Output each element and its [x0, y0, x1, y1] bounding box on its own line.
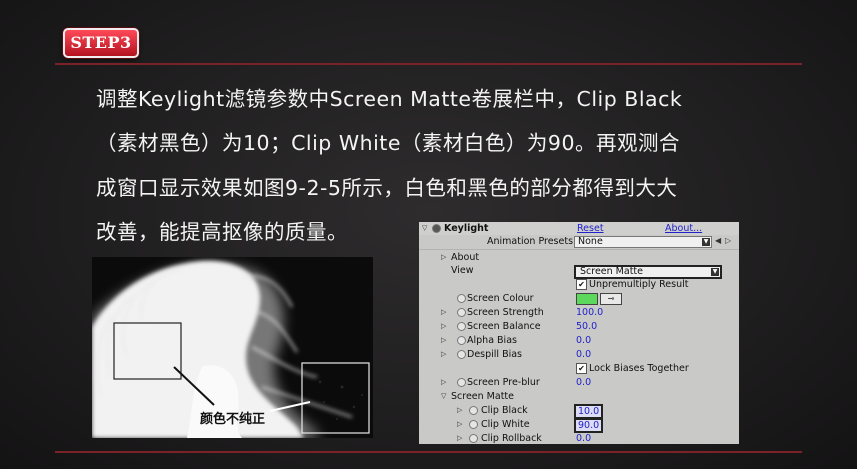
alpha-bias-label: Alpha Bias	[467, 335, 517, 346]
expand-triangle-icon[interactable]: ▷	[457, 434, 462, 442]
clip-white-label: Clip White	[481, 419, 530, 430]
row-screen-colour: Screen Colour ⊸	[419, 292, 739, 306]
preset-next-icon[interactable]: ▷	[725, 236, 731, 245]
row-despill-bias: ▷ Despill Bias 0.0	[419, 348, 739, 362]
screen-preblur-value[interactable]: 0.0	[576, 377, 591, 388]
clip-black-label: Clip Black	[481, 405, 528, 416]
row-clip-white: ▷ Clip White 90.0	[419, 418, 739, 433]
chevron-down-icon: ▼	[711, 268, 719, 276]
collapse-triangle-icon[interactable]: ▽	[422, 224, 427, 232]
stopwatch-icon[interactable]	[457, 350, 466, 359]
screen-strength-label: Screen Strength	[467, 307, 544, 318]
row-screen-preblur: ▷ Screen Pre-blur 0.0	[419, 376, 739, 390]
lock-biases-label: Lock Biases Together	[589, 363, 689, 374]
expand-triangle-icon[interactable]: ▷	[441, 308, 446, 316]
screen-colour-swatch[interactable]	[576, 293, 598, 305]
screen-balance-value[interactable]: 50.0	[576, 321, 597, 332]
paragraph-line-1: 调整Keylight滤镜参数中Screen Matte卷展栏中，Clip Bla…	[96, 87, 683, 111]
row-screen-strength: ▷ Screen Strength 100.0	[419, 306, 739, 320]
expand-triangle-icon[interactable]: ▷	[441, 378, 446, 386]
stopwatch-icon[interactable]	[469, 420, 478, 429]
screen-preblur-label: Screen Pre-blur	[467, 377, 540, 388]
lock-biases-checkbox[interactable]: ✔	[576, 363, 587, 374]
despill-bias-value[interactable]: 0.0	[576, 349, 591, 360]
stopwatch-icon[interactable]	[457, 378, 466, 387]
about-link[interactable]: About...	[665, 223, 702, 234]
divider	[419, 249, 739, 250]
screen-strength-value[interactable]: 100.0	[576, 307, 603, 318]
despill-bias-label: Despill Bias	[467, 349, 523, 360]
matte-preview-image: 颜色不纯正	[92, 257, 373, 438]
top-divider	[55, 63, 802, 65]
row-screen-balance: ▷ Screen Balance 50.0	[419, 320, 739, 334]
screen-colour-label: Screen Colour	[467, 293, 534, 304]
panel-header: ▽ Keylight Reset About...	[419, 222, 739, 235]
stopwatch-icon[interactable]	[457, 322, 466, 331]
keylight-effect-panel: ▽ Keylight Reset About... Animation Pres…	[419, 222, 739, 444]
paragraph-line-3: 成窗口显示效果如图9-2-5所示，白色和黑色的部分都得到大大	[96, 176, 678, 200]
unpremultiply-label: Unpremultiply Result	[589, 279, 689, 290]
stopwatch-icon[interactable]	[469, 434, 478, 443]
row-screen-matte-group[interactable]: ▽ Screen Matte	[419, 390, 739, 404]
alpha-bias-value[interactable]: 0.0	[576, 335, 591, 346]
view-dropdown[interactable]: Screen Matte ▼	[574, 265, 722, 279]
clip-white-value[interactable]: 90.0	[574, 418, 604, 433]
about-label: About	[451, 252, 480, 263]
row-view: View Screen Matte ▼	[419, 264, 739, 279]
presets-value: None	[578, 236, 603, 247]
collapse-triangle-icon[interactable]: ▽	[441, 392, 446, 400]
paragraph-line-2: （素材黑色）为10；Clip White（素材白色）为90。再观测合	[96, 131, 681, 155]
row-unpremultiply: ✔ Unpremultiply Result	[419, 278, 739, 292]
fx-toggle-icon[interactable]	[432, 224, 441, 233]
stopwatch-icon[interactable]	[457, 308, 466, 317]
stopwatch-icon[interactable]	[457, 294, 466, 303]
expand-triangle-icon[interactable]: ▷	[441, 322, 446, 330]
stopwatch-icon[interactable]	[457, 336, 466, 345]
row-alpha-bias: ▷ Alpha Bias 0.0	[419, 334, 739, 348]
row-lock-biases: ✔ Lock Biases Together	[419, 362, 739, 376]
row-clip-rollback: ▷ Clip Rollback 0.0	[419, 432, 739, 444]
paragraph-line-4: 改善，能提高抠像的质量。	[96, 220, 348, 244]
preset-prev-icon[interactable]: ◀	[715, 236, 721, 245]
expand-triangle-icon[interactable]: ▷	[457, 406, 462, 414]
row-about[interactable]: ▷ About	[419, 251, 739, 265]
unpremultiply-checkbox[interactable]: ✔	[576, 279, 587, 290]
step-badge: STEP3	[63, 28, 139, 58]
animation-presets-label: Animation Presets:	[487, 236, 577, 247]
animation-presets-dropdown[interactable]: None ▼	[574, 236, 712, 248]
screen-matte-group-label: Screen Matte	[451, 391, 514, 402]
view-label: View	[451, 265, 474, 276]
bottom-divider	[55, 451, 802, 453]
expand-triangle-icon[interactable]: ▷	[457, 420, 462, 428]
view-value: Screen Matte	[580, 266, 643, 277]
eyedropper-icon[interactable]: ⊸	[600, 293, 622, 305]
clip-black-value[interactable]: 10.0	[574, 404, 604, 419]
expand-triangle-icon[interactable]: ▷	[441, 253, 446, 261]
clip-rollback-value[interactable]: 0.0	[576, 433, 591, 444]
expand-triangle-icon[interactable]: ▷	[441, 336, 446, 344]
row-clip-black: ▷ Clip Black 10.0	[419, 404, 739, 419]
stopwatch-icon[interactable]	[469, 406, 478, 415]
effect-name: Keylight	[444, 223, 489, 234]
clip-rollback-label: Clip Rollback	[481, 433, 542, 444]
screen-balance-label: Screen Balance	[467, 321, 541, 332]
impure-color-callout: 颜色不纯正	[200, 412, 266, 427]
chevron-down-icon: ▼	[702, 238, 710, 246]
expand-triangle-icon[interactable]: ▷	[441, 350, 446, 358]
reset-link[interactable]: Reset	[577, 223, 604, 234]
animation-presets-row: Animation Presets: None ▼ ◀ ▷	[419, 235, 739, 249]
